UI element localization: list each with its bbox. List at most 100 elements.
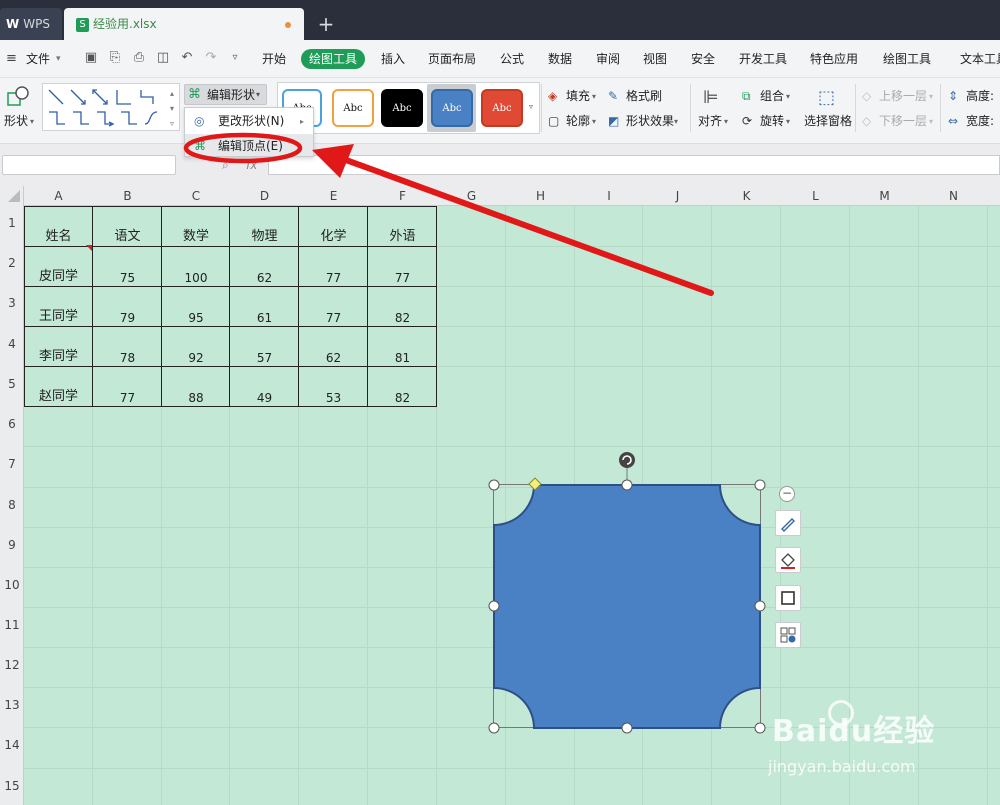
table-cell[interactable]: 62 xyxy=(299,349,368,367)
chevron-down-icon[interactable]: ▾ xyxy=(929,114,933,130)
table-cell[interactable]: 88 xyxy=(162,389,230,407)
row-header-13[interactable]: 13 xyxy=(0,698,24,712)
shape-effects-icon[interactable]: ◩ xyxy=(608,113,619,129)
table-cell[interactable]: 77 xyxy=(368,269,437,287)
table-cell[interactable]: 78 xyxy=(93,349,162,367)
table-header-cell[interactable]: 数学 xyxy=(162,228,230,246)
style-swatch-3[interactable]: Abc xyxy=(381,89,423,127)
name-box[interactable] xyxy=(2,155,176,175)
zoom-search-icon[interactable]: ⌕ xyxy=(222,157,229,173)
table-cell[interactable]: 77 xyxy=(299,309,368,327)
menu-text-tools[interactable]: 文本工具 xyxy=(960,50,1000,68)
selection-pane-icon[interactable]: ⬚ xyxy=(818,88,835,108)
chevron-down-icon[interactable]: ▾ xyxy=(786,114,790,130)
fill-button[interactable]: 填充 xyxy=(566,88,590,104)
resize-handle[interactable] xyxy=(488,479,500,491)
resize-handle[interactable] xyxy=(621,479,633,491)
menu-drawing-tools-active[interactable]: 绘图工具 xyxy=(301,49,365,69)
file-tab[interactable]: S 经验用.xlsx xyxy=(64,8,304,40)
menu-data[interactable]: 数据 xyxy=(548,50,572,68)
style-swatch-4[interactable]: Abc xyxy=(431,89,473,127)
format-painter-button[interactable]: 格式刷 xyxy=(626,88,662,104)
blue-plaque-shape[interactable] xyxy=(493,484,761,729)
layout-options-tool[interactable] xyxy=(775,622,801,648)
table-header-cell[interactable]: 语文 xyxy=(93,228,162,246)
column-header-d[interactable]: D xyxy=(230,186,299,206)
chevron-down-icon[interactable]: ▾ xyxy=(674,114,678,130)
selected-shape[interactable] xyxy=(480,445,780,745)
style-swatch-5[interactable]: Abc xyxy=(481,89,523,127)
style-more-icon[interactable]: ▿ xyxy=(529,99,533,115)
outline-button[interactable]: 轮廓 xyxy=(566,113,590,129)
resize-handle[interactable] xyxy=(754,722,766,734)
row-header-1[interactable]: 1 xyxy=(0,216,24,230)
bring-forward-icon[interactable]: ◇ xyxy=(862,88,871,104)
chevron-down-icon[interactable]: ▾ xyxy=(30,114,34,130)
table-cell[interactable]: 95 xyxy=(162,309,230,327)
column-header-a[interactable]: A xyxy=(24,186,93,206)
table-cell[interactable]: 49 xyxy=(230,389,299,407)
select-all-corner[interactable] xyxy=(0,186,24,206)
table-cell[interactable]: 王同学 xyxy=(24,308,93,326)
resize-handle[interactable] xyxy=(488,600,500,612)
menu-drawing-tools[interactable]: 绘图工具 xyxy=(883,50,931,68)
send-backward-button[interactable]: 下移一层 xyxy=(879,113,927,129)
gallery-scroll-down-icon[interactable]: ▾ xyxy=(170,101,174,117)
gallery-more-icon[interactable]: ▿ xyxy=(170,116,174,132)
column-header-h[interactable]: H xyxy=(506,186,575,206)
column-header-g[interactable]: G xyxy=(437,186,506,206)
menu-view[interactable]: 视图 xyxy=(643,50,667,68)
row-header-9[interactable]: 9 xyxy=(0,538,24,552)
table-cell[interactable]: 79 xyxy=(93,309,162,327)
bring-forward-button[interactable]: 上移一层 xyxy=(879,88,927,104)
shape-style-tool[interactable] xyxy=(775,510,801,536)
table-cell[interactable]: 100 xyxy=(162,269,230,287)
table-cell[interactable]: 62 xyxy=(230,269,299,287)
export-icon[interactable]: ⎘ xyxy=(108,50,122,66)
table-cell[interactable]: 77 xyxy=(299,269,368,287)
shapes-label[interactable]: 形状 xyxy=(4,113,28,129)
column-header-b[interactable]: B xyxy=(93,186,162,206)
table-cell[interactable]: 皮同学 xyxy=(24,268,93,286)
table-cell[interactable]: 57 xyxy=(230,349,299,367)
send-backward-icon[interactable]: ◇ xyxy=(862,113,871,129)
row-header-15[interactable]: 15 xyxy=(0,779,24,793)
align-button[interactable]: 对齐 xyxy=(698,113,722,129)
rotate-handle-icon[interactable] xyxy=(619,452,635,468)
column-header-c[interactable]: C xyxy=(162,186,230,206)
menu-review[interactable]: 审阅 xyxy=(596,50,620,68)
menu-formula[interactable]: 公式 xyxy=(500,50,524,68)
menu-start[interactable]: 开始 xyxy=(262,50,286,68)
row-header-8[interactable]: 8 xyxy=(0,498,24,512)
shape-gallery[interactable] xyxy=(42,83,180,131)
table-header-cell[interactable]: 外语 xyxy=(368,228,437,246)
table-header-cell[interactable]: 姓名 xyxy=(24,228,93,246)
resize-handle[interactable] xyxy=(621,722,633,734)
table-cell[interactable]: 赵同学 xyxy=(24,388,93,406)
table-cell[interactable]: 81 xyxy=(368,349,437,367)
table-cell[interactable]: 61 xyxy=(230,309,299,327)
collapse-tools-icon[interactable]: − xyxy=(779,486,795,502)
formula-input[interactable] xyxy=(268,155,1000,175)
shape-outline-tool[interactable] xyxy=(775,585,801,611)
table-cell[interactable]: 82 xyxy=(368,309,437,327)
column-header-e[interactable]: E xyxy=(299,186,368,206)
row-header-12[interactable]: 12 xyxy=(0,658,24,672)
menu-special-apps[interactable]: 特色应用 xyxy=(810,50,858,68)
row-header-5[interactable]: 5 xyxy=(0,377,24,391)
row-header-3[interactable]: 3 xyxy=(0,296,24,310)
chevron-down-icon[interactable]: ▾ xyxy=(592,114,596,130)
table-cell[interactable]: 李同学 xyxy=(24,348,93,366)
fill-icon[interactable]: ◈ xyxy=(548,88,557,104)
redo-icon[interactable]: ↷ xyxy=(204,50,218,66)
table-header-cell[interactable]: 物理 xyxy=(230,228,299,246)
menu-developer[interactable]: 开发工具 xyxy=(739,50,787,68)
wps-home-tab[interactable]: W WPS xyxy=(0,8,62,40)
print-icon[interactable]: ⎙ xyxy=(132,50,146,66)
chevron-down-icon[interactable]: ▾ xyxy=(56,50,61,68)
row-header-4[interactable]: 4 xyxy=(0,337,24,351)
style-swatch-2[interactable]: Abc xyxy=(332,89,374,127)
menu-security[interactable]: 安全 xyxy=(691,50,715,68)
align-icon[interactable]: ⊫ xyxy=(703,88,719,108)
print-preview-icon[interactable]: ◫ xyxy=(156,50,170,66)
